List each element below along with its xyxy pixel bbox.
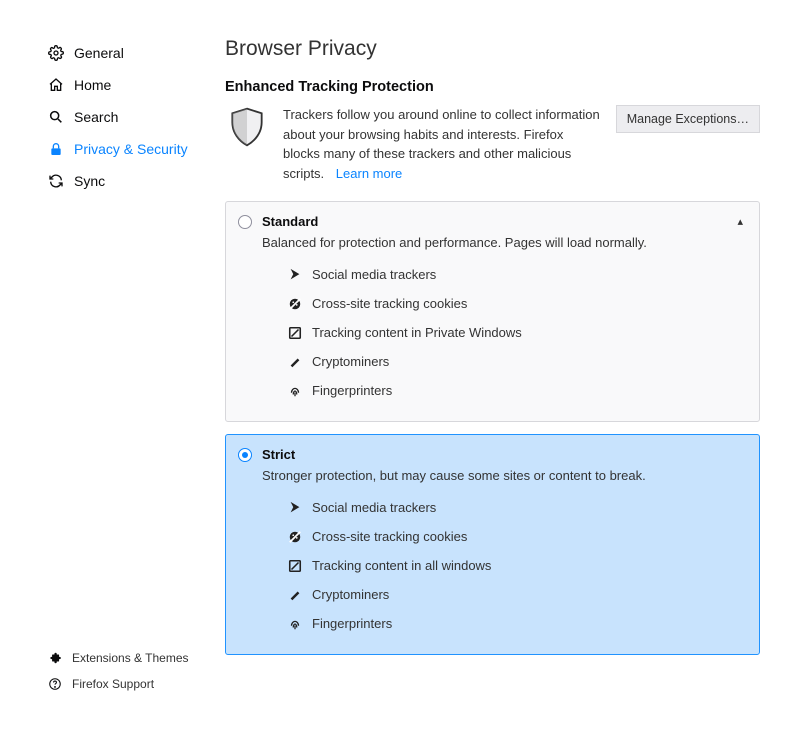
section-heading: Enhanced Tracking Protection	[225, 79, 760, 95]
sidebar-footer-label: Firefox Support	[72, 677, 154, 691]
sidebar-footer-extensions[interactable]: Extensions & Themes	[15, 645, 205, 671]
sidebar-item-label: Privacy & Security	[74, 141, 188, 157]
feature-list: Social media trackers Cross-site trackin…	[288, 493, 743, 638]
home-icon	[48, 77, 64, 93]
social-trackers-icon	[288, 268, 302, 282]
cookie-icon	[288, 297, 302, 311]
sidebar-item-general[interactable]: General	[15, 37, 205, 69]
sidebar-item-label: Search	[74, 109, 118, 125]
sidebar-item-label: Home	[74, 77, 111, 93]
sidebar-footer-label: Extensions & Themes	[72, 651, 189, 665]
feature-item: Fingerprinters	[288, 609, 743, 638]
tracking-content-icon	[288, 559, 302, 573]
manage-exceptions-button[interactable]: Manage Exceptions…	[616, 105, 760, 133]
cryptominer-icon	[288, 588, 302, 602]
fingerprint-icon	[288, 617, 302, 631]
sidebar-item-home[interactable]: Home	[15, 69, 205, 101]
protection-option-strict[interactable]: Strict Stronger protection, but may caus…	[225, 434, 760, 655]
protection-option-standard[interactable]: Standard ▴ Balanced for protection and p…	[225, 201, 760, 422]
cryptominer-icon	[288, 355, 302, 369]
feature-item: Cross-site tracking cookies	[288, 522, 743, 551]
help-icon	[48, 677, 62, 691]
panel-title: Standard	[262, 214, 727, 229]
panel-desc: Balanced for protection and performance.…	[262, 235, 743, 250]
cookie-icon	[288, 530, 302, 544]
sidebar-item-label: Sync	[74, 173, 105, 189]
feature-item: Social media trackers	[288, 493, 743, 522]
social-trackers-icon	[288, 501, 302, 515]
feature-item: Tracking content in all windows	[288, 551, 743, 580]
main-content: Browser Privacy Enhanced Tracking Protec…	[205, 15, 785, 715]
feature-item: Social media trackers	[288, 260, 743, 289]
shield-icon	[225, 105, 269, 149]
sync-icon	[48, 173, 64, 189]
panel-title: Strict	[262, 447, 743, 462]
fingerprint-icon	[288, 384, 302, 398]
sidebar-footer-support[interactable]: Firefox Support	[15, 671, 205, 697]
feature-list: Social media trackers Cross-site trackin…	[288, 260, 743, 405]
feature-item: Tracking content in Private Windows	[288, 318, 743, 347]
sidebar: General Home Search Privacy & Security S…	[15, 15, 205, 715]
page-title: Browser Privacy	[225, 37, 760, 61]
sidebar-item-search[interactable]: Search	[15, 101, 205, 133]
sidebar-item-privacy-security[interactable]: Privacy & Security	[15, 133, 205, 165]
search-icon	[48, 109, 64, 125]
feature-item: Cryptominers	[288, 347, 743, 376]
puzzle-icon	[48, 651, 62, 665]
feature-item: Cross-site tracking cookies	[288, 289, 743, 318]
feature-item: Fingerprinters	[288, 376, 743, 405]
tracking-content-icon	[288, 326, 302, 340]
learn-more-link[interactable]: Learn more	[336, 166, 402, 181]
chevron-up-icon[interactable]: ▴	[737, 215, 743, 228]
radio-standard[interactable]	[238, 215, 252, 229]
intro-block: Trackers follow you around online to col…	[225, 105, 760, 183]
panel-desc: Stronger protection, but may cause some …	[262, 468, 743, 483]
sidebar-item-sync[interactable]: Sync	[15, 165, 205, 197]
sidebar-item-label: General	[74, 45, 124, 61]
feature-item: Cryptominers	[288, 580, 743, 609]
radio-strict[interactable]	[238, 448, 252, 462]
gear-icon	[48, 45, 64, 61]
intro-text: Trackers follow you around online to col…	[283, 105, 602, 183]
lock-icon	[48, 141, 64, 157]
